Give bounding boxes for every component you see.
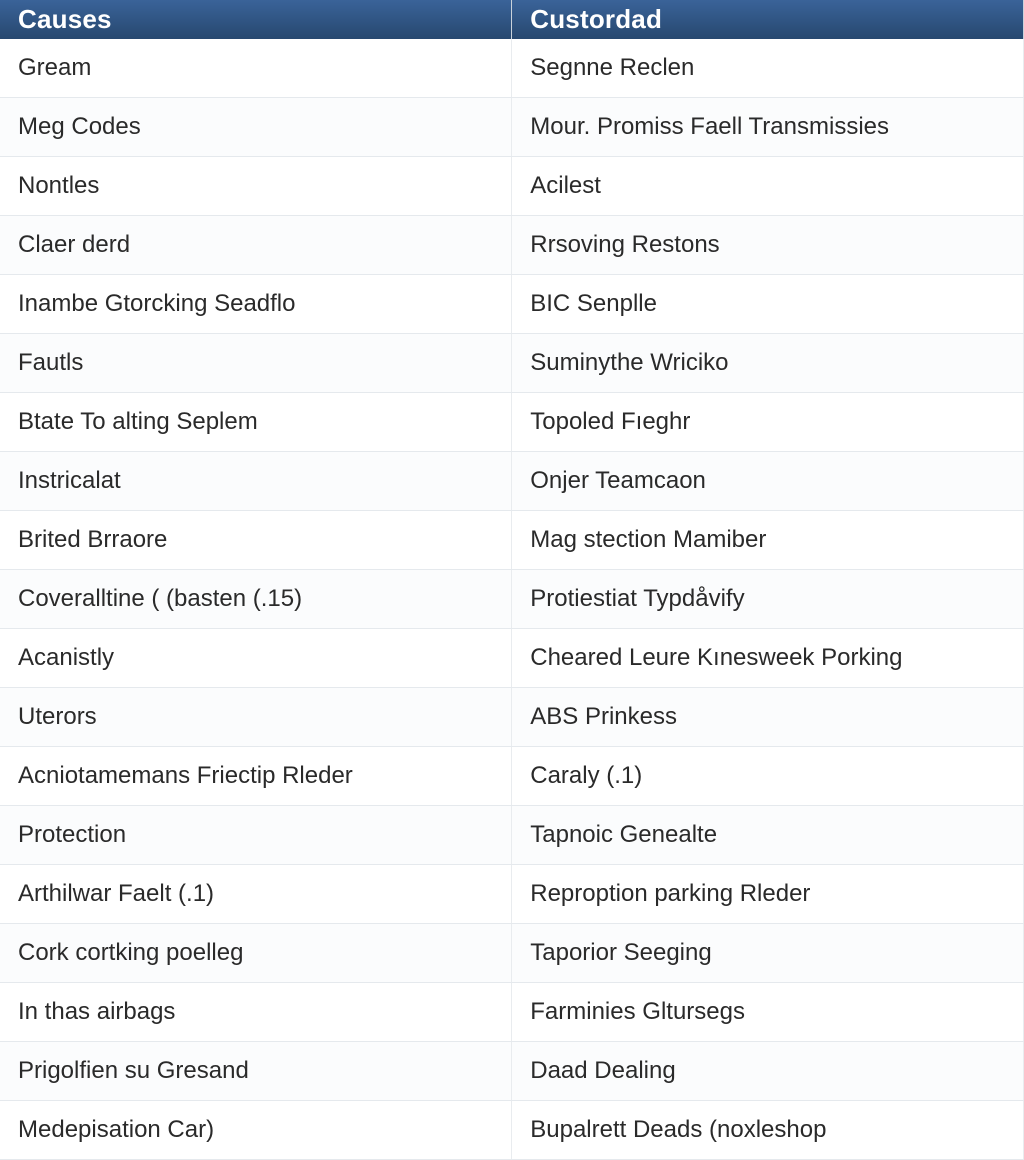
cell-left: Brited Brraore — [0, 511, 512, 570]
cell-left: Acniotamemans Friectip Rleder — [0, 747, 512, 806]
table-row[interactable]: Btate To alting SeplemTopoled Fıeghr — [0, 393, 1024, 452]
table-row[interactable]: Brited BrraoreMag stection Mamiber — [0, 511, 1024, 570]
cell-left: Arthilwar Faelt (.1) — [0, 865, 512, 924]
cell-right: Cheared Leure Kınesweek Porking — [512, 629, 1024, 688]
table-header-row: Causes Custordad — [0, 0, 1024, 39]
cell-right: Mag stection Mamiber — [512, 511, 1024, 570]
table-row[interactable]: Cork cortking poellegTaporior Seeging — [0, 924, 1024, 983]
data-table: Causes Custordad GreamSegnne Reclen Meg … — [0, 0, 1024, 1160]
table-row[interactable]: NontlesAcilest — [0, 157, 1024, 216]
table-row[interactable]: In thas airbagsFarminies Gltursegs — [0, 983, 1024, 1042]
cell-right: ABS Prinkess — [512, 688, 1024, 747]
cell-left: Gream — [0, 39, 512, 98]
table-row[interactable]: Acniotamemans Friectip RlederCaraly (.1) — [0, 747, 1024, 806]
cell-left: Fautls — [0, 334, 512, 393]
cell-right: Reproption parking Rleder — [512, 865, 1024, 924]
cell-left: Cork cortking poelleg — [0, 924, 512, 983]
cell-right: Protiestiat Typdåvify — [512, 570, 1024, 629]
table-row[interactable]: Claer derdRrsoving Restons — [0, 216, 1024, 275]
cell-left: Claer derd — [0, 216, 512, 275]
cell-right: Tapnoic Genealte — [512, 806, 1024, 865]
table-row[interactable]: GreamSegnne Reclen — [0, 39, 1024, 98]
cell-left: In thas airbags — [0, 983, 512, 1042]
cell-right: Acilest — [512, 157, 1024, 216]
table-row[interactable]: Medepisation Car)Bupalrett Deads (noxles… — [0, 1101, 1024, 1160]
cell-left: Coveralltine ( (basten (.15) — [0, 570, 512, 629]
table-row[interactable]: ProtectionTapnoic Genealte — [0, 806, 1024, 865]
table-row[interactable]: UterorsABS Prinkess — [0, 688, 1024, 747]
cell-left: Uterors — [0, 688, 512, 747]
table-row[interactable]: Inambe Gtorcking SeadfloBIC Senplle — [0, 275, 1024, 334]
cell-right: Rrsoving Restons — [512, 216, 1024, 275]
table-row[interactable]: Meg CodesMour. Promiss Faell Transmissie… — [0, 98, 1024, 157]
cell-right: Segnne Reclen — [512, 39, 1024, 98]
cell-right: Taporior Seeging — [512, 924, 1024, 983]
cell-left: Instricalat — [0, 452, 512, 511]
table-row[interactable]: FautlsSuminythe Wriciko — [0, 334, 1024, 393]
cell-right: Caraly (.1) — [512, 747, 1024, 806]
cell-left: Protection — [0, 806, 512, 865]
cell-right: Topoled Fıeghr — [512, 393, 1024, 452]
cell-left: Acanistly — [0, 629, 512, 688]
cell-right: Mour. Promiss Faell Transmissies — [512, 98, 1024, 157]
cell-right: Daad Dealing — [512, 1042, 1024, 1101]
cell-left: Prigolfien su Gresand — [0, 1042, 512, 1101]
cell-left: Medepisation Car) — [0, 1101, 512, 1160]
table-row[interactable]: Coveralltine ( (basten (.15)Protiestiat … — [0, 570, 1024, 629]
cell-right: Onjer Teamcaon — [512, 452, 1024, 511]
table-row[interactable]: AcanistlyCheared Leure Kınesweek Porking — [0, 629, 1024, 688]
cell-right: Suminythe Wriciko — [512, 334, 1024, 393]
cell-right: BIC Senplle — [512, 275, 1024, 334]
table-row[interactable]: Prigolfien su GresandDaad Dealing — [0, 1042, 1024, 1101]
cell-right: Bupalrett Deads (noxleshop — [512, 1101, 1024, 1160]
cell-right: Farminies Gltursegs — [512, 983, 1024, 1042]
cell-left: Btate To alting Seplem — [0, 393, 512, 452]
column-header-causes[interactable]: Causes — [0, 0, 512, 39]
column-header-custordad[interactable]: Custordad — [512, 0, 1024, 39]
cell-left: Meg Codes — [0, 98, 512, 157]
table-row[interactable]: Arthilwar Faelt (.1)Reproption parking R… — [0, 865, 1024, 924]
cell-left: Inambe Gtorcking Seadflo — [0, 275, 512, 334]
cell-left: Nontles — [0, 157, 512, 216]
table-row[interactable]: InstricalatOnjer Teamcaon — [0, 452, 1024, 511]
